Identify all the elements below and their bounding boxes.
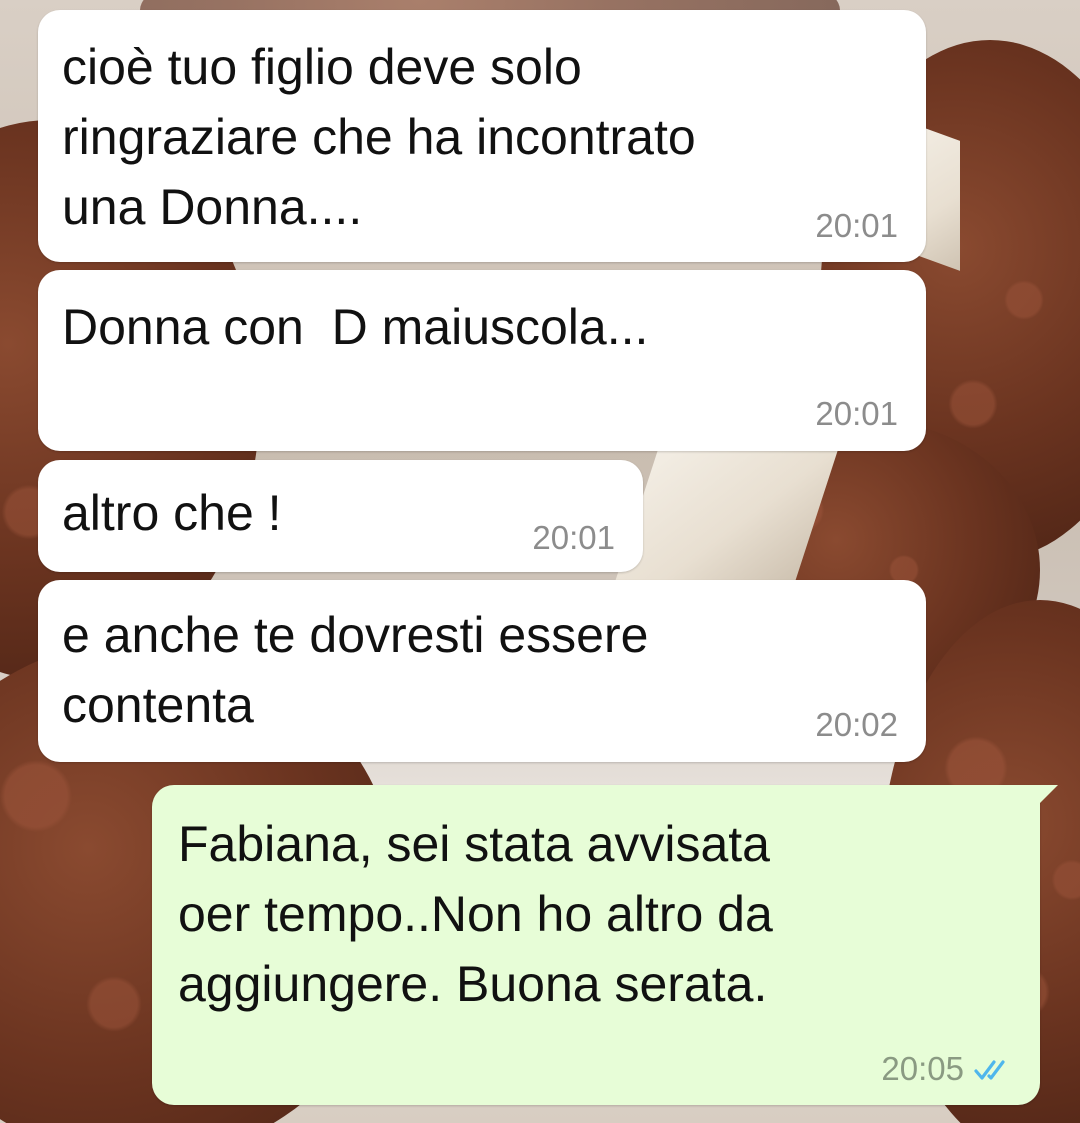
message-timestamp: 20:05 xyxy=(881,1050,964,1087)
message-bubble-incoming[interactable]: altro che ! 20:01 xyxy=(38,460,643,572)
message-bubble-incoming[interactable]: Donna con D maiuscola... 20:01 xyxy=(38,270,926,451)
message-bubble-incoming[interactable]: e anche te dovresti essere contenta 20:0… xyxy=(38,580,926,762)
bubble-tail xyxy=(1036,785,1058,807)
double-check-read-icon xyxy=(974,1060,1005,1080)
message-bubble-outgoing[interactable]: Fabiana, sei stata avvisata oer tempo..N… xyxy=(152,785,1058,1105)
message-timestamp: 20:02 xyxy=(815,706,898,743)
message-bubble-incoming[interactable]: cioè tuo figlio deve solo ringraziare ch… xyxy=(38,10,926,262)
message-status-row: 20:05 xyxy=(881,1049,1016,1089)
message-text: altro che ! xyxy=(62,485,282,541)
message-timestamp: 20:01 xyxy=(815,207,898,244)
message-timestamp: 20:01 xyxy=(815,395,898,432)
message-text: Fabiana, sei stata avvisata oer tempo..N… xyxy=(178,816,773,1012)
message-text: Donna con D maiuscola... xyxy=(62,299,649,355)
message-text: e anche te dovresti essere contenta xyxy=(62,607,649,733)
message-timestamp: 20:01 xyxy=(532,519,615,556)
message-text: cioè tuo figlio deve solo ringraziare ch… xyxy=(62,39,696,235)
